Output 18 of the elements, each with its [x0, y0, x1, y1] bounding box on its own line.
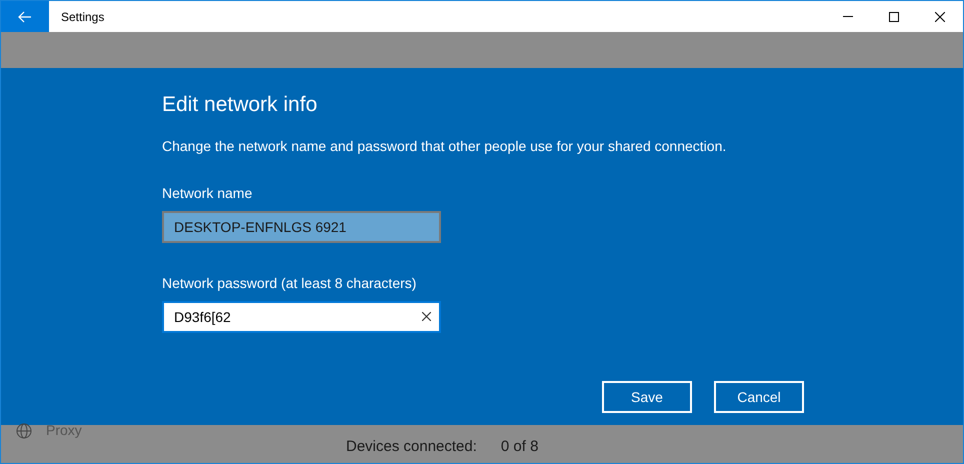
clear-icon	[422, 312, 431, 321]
back-arrow-icon	[18, 10, 32, 22]
dialog-button[interactable]: Save	[602, 381, 692, 413]
field-label: Network name	[162, 184, 252, 203]
window-title: Settings	[61, 8, 104, 26]
field-label: Network password (at least 8 characters)	[162, 274, 416, 293]
back-button[interactable]	[1, 1, 49, 32]
globe-icon	[16, 422, 32, 438]
text-field[interactable]: DESKTOP-ENFNLGS 6921	[162, 211, 441, 243]
dialog-button[interactable]: Cancel	[714, 381, 804, 413]
maximize-icon	[889, 12, 899, 22]
dialog-description: Change the network name and password that other people use for your shared connection.	[162, 137, 726, 156]
dialog-title: Edit network info	[162, 92, 318, 118]
minimize-icon	[843, 16, 853, 17]
text-field[interactable]: D93f6[62	[162, 301, 441, 333]
close-icon	[935, 12, 945, 22]
devices-label: Devices connected:	[346, 437, 477, 457]
devices-value: 0 of 8	[500, 437, 538, 457]
